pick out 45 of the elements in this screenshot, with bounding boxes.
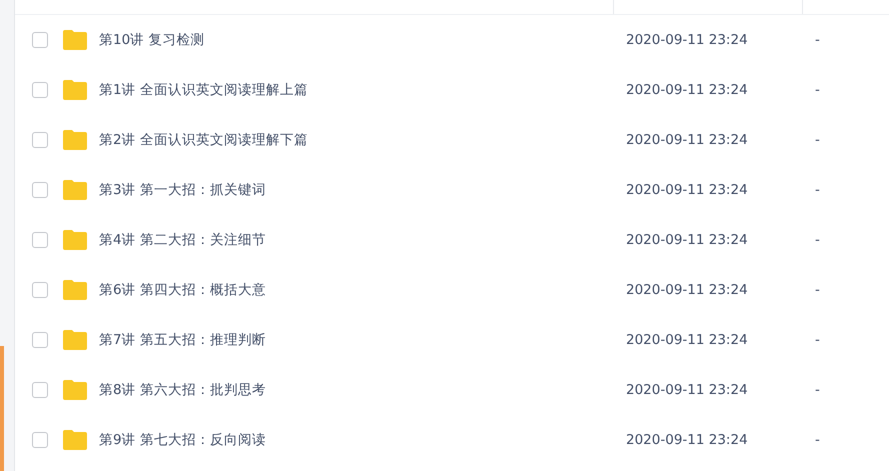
- row-checkbox[interactable]: [32, 282, 48, 298]
- file-name[interactable]: 第8讲 第六大招：批判思考: [99, 381, 266, 399]
- row-checkbox[interactable]: [32, 182, 48, 198]
- file-name[interactable]: 第3讲 第一大招：抓关键词: [99, 181, 266, 199]
- file-size: -: [814, 282, 821, 298]
- file-size: -: [814, 382, 821, 398]
- file-name[interactable]: 第10讲 复习检测: [99, 31, 204, 49]
- row-checkbox[interactable]: [32, 32, 48, 48]
- folder-icon: [62, 79, 88, 101]
- file-name[interactable]: 第2讲 全面认识英文阅读理解下篇: [99, 131, 308, 149]
- modified-date: 2020-09-11 23:24: [625, 82, 749, 98]
- modified-date: 2020-09-11 23:24: [625, 32, 749, 48]
- row-checkbox[interactable]: [32, 82, 48, 98]
- row-checkbox[interactable]: [32, 132, 48, 148]
- modified-date: 2020-09-11 23:24: [625, 432, 749, 448]
- file-size: -: [814, 432, 821, 448]
- row-checkbox[interactable]: [32, 382, 48, 398]
- folder-icon: [62, 29, 88, 51]
- folder-icon: [62, 429, 88, 451]
- folder-icon: [62, 329, 88, 351]
- modified-date: 2020-09-11 23:24: [625, 232, 749, 248]
- file-size: -: [814, 232, 821, 248]
- modified-date: 2020-09-11 23:24: [625, 282, 749, 298]
- file-size: -: [814, 32, 821, 48]
- modified-date: 2020-09-11 23:24: [625, 132, 749, 148]
- row-checkbox[interactable]: [32, 332, 48, 348]
- file-size: -: [814, 132, 821, 148]
- folder-icon: [62, 379, 88, 401]
- file-name[interactable]: 第6讲 第四大招：概括大意: [99, 281, 266, 299]
- file-name[interactable]: 第1讲 全面认识英文阅读理解上篇: [99, 81, 308, 99]
- folder-icon: [62, 179, 88, 201]
- folder-icon: [62, 279, 88, 301]
- row-checkbox[interactable]: [32, 432, 48, 448]
- file-size: -: [814, 82, 821, 98]
- file-name[interactable]: 第7讲 第五大招：推理判断: [99, 331, 266, 349]
- modified-date: 2020-09-11 23:24: [625, 332, 749, 348]
- row-checkbox[interactable]: [32, 232, 48, 248]
- modified-date: 2020-09-11 23:24: [625, 182, 749, 198]
- file-name[interactable]: 第4讲 第二大招：关注细节: [99, 231, 266, 249]
- modified-date: 2020-09-11 23:24: [625, 382, 749, 398]
- file-size: -: [814, 182, 821, 198]
- folder-icon: [62, 229, 88, 251]
- folder-icon: [62, 129, 88, 151]
- file-size: -: [814, 332, 821, 348]
- file-name[interactable]: 第9讲 第七大招：反向阅读: [99, 431, 266, 449]
